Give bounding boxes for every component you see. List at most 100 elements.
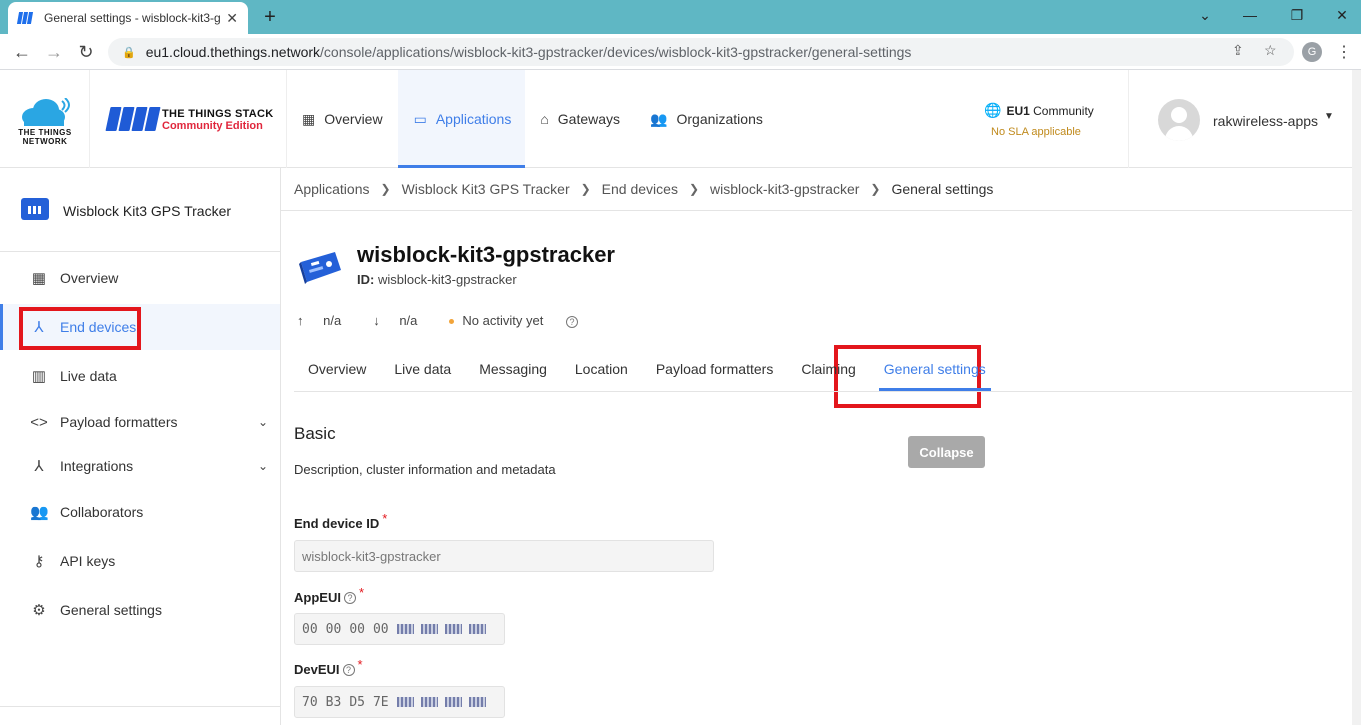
tab-claiming[interactable]: Claiming xyxy=(787,346,869,391)
reload-icon[interactable]: ↻ xyxy=(74,40,98,64)
appeui-byte: 00 xyxy=(349,621,365,637)
tab-search-icon[interactable]: ⌄ xyxy=(1190,4,1220,26)
sidebar-item-label: Payload formatters xyxy=(60,414,178,430)
tab-payload-formatters[interactable]: Payload formatters xyxy=(642,346,788,391)
nav-overview-label: Overview xyxy=(324,111,383,127)
arrow-up-icon: ↑ xyxy=(297,313,304,328)
nav-organizations[interactable]: 👥 Organizations xyxy=(635,70,778,168)
sidebar-item-collaborators[interactable]: 👥 Collaborators xyxy=(0,489,280,535)
end-device-id-label-text: End device ID xyxy=(294,516,380,531)
browser-menu-icon[interactable]: ⋮ xyxy=(1336,42,1352,62)
activity-text: No activity yet xyxy=(462,313,544,328)
sidebar-item-overview[interactable]: ▦ Overview xyxy=(0,255,280,301)
minimize-icon[interactable]: — xyxy=(1235,4,1265,26)
address-bar[interactable]: 🔒 eu1.cloud.thethings.network/console/ap… xyxy=(108,38,1294,66)
tab-overview[interactable]: Overview xyxy=(294,346,380,391)
help-icon[interactable]: ? xyxy=(565,316,578,328)
help-icon[interactable]: ? xyxy=(342,663,355,676)
sidebar-item-label: Integrations xyxy=(60,458,134,474)
bookmark-star-icon[interactable]: ☆ xyxy=(1264,42,1277,59)
appeui-field[interactable]: 00 00 00 00 xyxy=(294,613,505,645)
breadcrumb-application[interactable]: Wisblock Kit3 GPS Tracker xyxy=(402,181,570,197)
tab-messaging[interactable]: Messaging xyxy=(465,346,561,391)
cluster-suffix: Community xyxy=(1033,103,1094,118)
sidebar-item-live-data[interactable]: ▥ Live data xyxy=(0,353,280,399)
device-board-icon xyxy=(299,252,341,284)
code-icon: <> xyxy=(30,413,48,431)
merge-icon: ⅄ xyxy=(34,458,44,475)
nav-overview[interactable]: ▦ Overview xyxy=(287,70,398,168)
chevron-right-icon: ❯ xyxy=(688,182,700,196)
breadcrumb-applications[interactable]: Applications xyxy=(294,181,370,197)
sidebar: Wisblock Kit3 GPS Tracker ▦ Overview ⅄ End… xyxy=(0,168,281,725)
appeui-byte: 00 xyxy=(302,621,318,637)
router-icon: ⌂ xyxy=(540,111,549,127)
redacted-byte xyxy=(444,697,462,707)
nav-applications[interactable]: ▭ Applications xyxy=(397,70,526,168)
group-icon: 👥 xyxy=(30,504,49,521)
sla-notice: No SLA applicable xyxy=(991,126,1081,138)
url-path: /console/applications/wisblock-kit3-gpst… xyxy=(320,44,912,60)
tab-live-data[interactable]: Live data xyxy=(380,346,465,391)
dashboard-icon: ▦ xyxy=(31,270,47,287)
application-icon xyxy=(21,198,49,220)
browser-toolbar: ← → ↻ 🔒 eu1.cloud.thethings.network/cons… xyxy=(0,34,1361,70)
user-menu[interactable]: rakwireless-apps ▼ xyxy=(1128,70,1361,168)
deveui-byte: 7E xyxy=(372,694,389,710)
help-icon[interactable]: ? xyxy=(343,591,356,604)
back-icon[interactable]: ← xyxy=(10,40,34,64)
nav-gateways[interactable]: ⌂ Gateways xyxy=(525,70,635,168)
redacted-byte xyxy=(396,697,414,707)
bar-chart-icon: ▥ xyxy=(31,368,47,385)
nav-applications-label: Applications xyxy=(435,111,512,127)
sidebar-item-api-keys[interactable]: ⚷ API keys xyxy=(0,538,280,584)
close-tab-icon[interactable]: ✕ xyxy=(226,10,238,27)
uplink-stat: ↑ n/a xyxy=(297,313,357,328)
device-id-value: wisblock-kit3-gpstracker xyxy=(377,272,517,287)
sidebar-item-label: Overview xyxy=(60,270,119,286)
ttn-logo[interactable]: THE THINGS NETWORK xyxy=(0,70,90,168)
breadcrumb-device[interactable]: wisblock-kit3-gpstracker xyxy=(710,181,859,197)
url-host: eu1.cloud.thethings.network xyxy=(145,44,321,60)
device-tabs: Overview Live data Messaging Location Pa… xyxy=(294,346,1361,392)
deveui-byte: D5 xyxy=(349,694,365,710)
tts-logo[interactable]: THE THINGS STACK Community Edition xyxy=(90,70,287,168)
chevron-right-icon: ❯ xyxy=(580,182,591,196)
deveui-byte: B3 xyxy=(325,694,342,710)
sidebar-item-integrations[interactable]: ⅄ Integrations ⌄ xyxy=(0,443,280,489)
redacted-byte xyxy=(468,697,486,707)
section-description: Description, cluster information and met… xyxy=(294,462,556,477)
breadcrumb: Applications ❯ Wisblock Kit3 GPS Tracker ❯… xyxy=(281,168,1361,211)
forward-icon[interactable]: → xyxy=(42,40,66,64)
scrollbar[interactable] xyxy=(1352,70,1361,725)
lock-icon: 🔒 xyxy=(122,46,136,59)
cluster-selector[interactable]: 🌐 EU1 Community No SLA applicable xyxy=(984,102,1094,138)
sidebar-app-header[interactable]: Wisblock Kit3 GPS Tracker xyxy=(0,168,280,252)
tab-location[interactable]: Location xyxy=(561,346,642,391)
sidebar-item-label: API keys xyxy=(60,553,116,569)
tab-general-settings[interactable]: General settings xyxy=(870,346,1000,391)
deveui-field[interactable]: 70 B3 D5 7E xyxy=(294,686,505,718)
browser-tab[interactable]: General settings - wisblock-kit3-g ✕ xyxy=(8,2,248,34)
restore-icon[interactable]: ❐ xyxy=(1282,4,1312,26)
device-title: wisblock-kit3-gpstracker xyxy=(357,242,615,267)
chevron-down-icon[interactable]: ⌄ xyxy=(258,459,268,473)
sidebar-item-general-settings[interactable]: ⚙ General settings xyxy=(0,587,280,633)
end-device-id-field[interactable]: wisblock-kit3-gpstracker xyxy=(294,540,714,572)
breadcrumb-end-devices[interactable]: End devices xyxy=(602,181,678,197)
share-icon[interactable]: ⇪ xyxy=(1232,42,1244,59)
downlink-stat: ↓ n/a xyxy=(373,313,433,328)
browser-tab-bar: General settings - wisblock-kit3-g ✕ + ⌄… xyxy=(0,0,1361,34)
sidebar-item-label: Live data xyxy=(60,368,117,384)
chevron-down-icon[interactable]: ⌄ xyxy=(258,415,268,429)
required-marker: * xyxy=(358,585,365,600)
sidebar-item-payload-formatters[interactable]: <> Payload formatters ⌄ xyxy=(0,399,280,445)
collapse-button[interactable]: Collapse xyxy=(908,436,985,468)
appeui-byte: 00 xyxy=(372,621,389,637)
caret-down-icon: ▼ xyxy=(1324,111,1334,122)
close-window-icon[interactable]: ✕ xyxy=(1327,4,1357,26)
downlink-count: n/a xyxy=(399,313,418,328)
new-tab-icon[interactable]: + xyxy=(258,5,282,29)
browser-profile-avatar[interactable]: G xyxy=(1302,42,1322,62)
required-marker: * xyxy=(382,511,388,526)
